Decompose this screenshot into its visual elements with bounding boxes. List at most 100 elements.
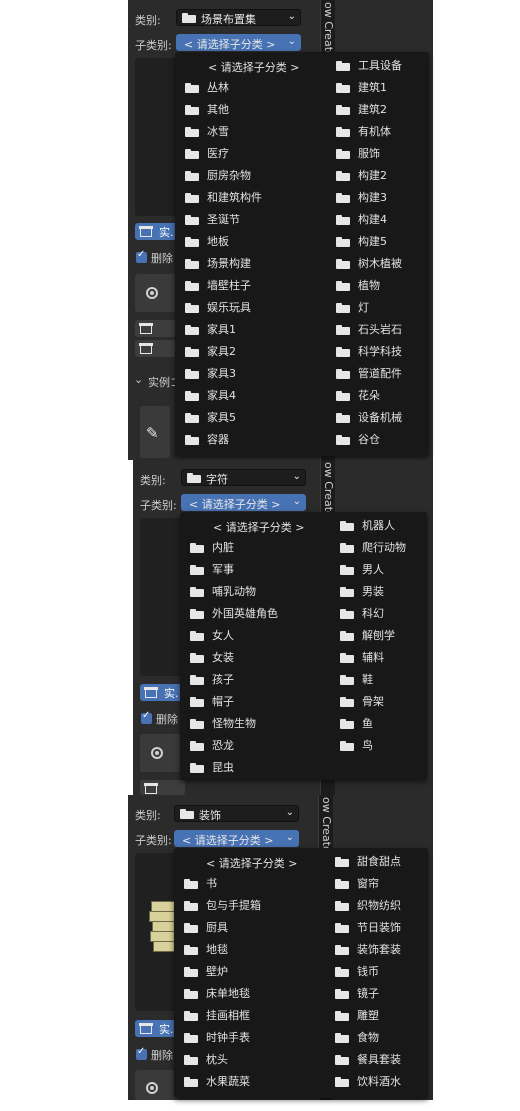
category-label: 类别: <box>140 474 166 487</box>
dropdown-item-label: 服饰 <box>358 147 380 160</box>
dropdown-item-label: 食物 <box>357 1031 379 1044</box>
instance-button-label: 实. <box>164 687 179 700</box>
folder-icon <box>185 347 199 357</box>
dropdown-item-label: 鱼 <box>362 717 373 730</box>
dropdown-item-label: 地毯 <box>206 943 228 956</box>
dropdown-header[interactable]: < 请选择子分类 > <box>213 519 304 535</box>
folder-icon <box>190 587 204 597</box>
folder-icon <box>335 1055 349 1065</box>
subcategory-label: 子类别: <box>140 499 177 512</box>
dropdown-item-label: 石头岩石 <box>358 323 402 336</box>
category-select[interactable]: 字符 ⌄ <box>181 469 306 486</box>
dropdown-item-label: 怪物生物 <box>212 717 256 730</box>
folder-icon <box>185 215 199 225</box>
subcategory-label: 子类别: <box>135 39 172 52</box>
dropdown-item-label: 构建4 <box>358 213 387 226</box>
dropdown-item-label: 场景构建 <box>207 257 251 270</box>
dropdown-header[interactable]: < 请选择子分类 > <box>206 855 297 871</box>
folder-icon <box>336 193 350 203</box>
folder-icon <box>184 1033 198 1043</box>
subcategory-select[interactable]: < 请选择子分类 > ⌄ <box>176 34 301 51</box>
folder-icon <box>335 989 349 999</box>
instance-button-label: 实. <box>159 1023 174 1036</box>
folder-icon <box>340 543 354 553</box>
folder-icon <box>340 675 354 685</box>
folder-icon <box>336 105 350 115</box>
dropdown-item-label: 圣诞节 <box>207 213 240 226</box>
chevron-down-icon: ⌄ <box>285 807 294 818</box>
folder-icon <box>185 435 199 445</box>
dropdown-item-label: 家具4 <box>207 389 236 402</box>
dropdown-item-label: 窗帘 <box>357 877 379 890</box>
dropdown-item-label: 机器人 <box>362 519 395 532</box>
category-label: 类别: <box>135 14 161 27</box>
folder-icon <box>187 473 201 483</box>
archive-icon <box>139 1023 153 1034</box>
dropdown-item-label: 解刨学 <box>362 629 395 642</box>
folder-icon <box>336 281 350 291</box>
folder-icon <box>335 967 349 977</box>
archive-button-1[interactable] <box>135 320 180 337</box>
subcategory-dropdown: < 请选择子分类 > 内脏 军事 哺乳动物 外国英雄角色 女人 女装 孩子 帽子 怪物生物 恐龙昆… <box>180 512 427 780</box>
dropdown-item-label: 辅料 <box>362 651 384 664</box>
delete-label: 删除 <box>151 252 173 265</box>
archive-button[interactable] <box>140 780 185 795</box>
section-chevron[interactable]: ⌄ <box>134 373 143 386</box>
folder-icon <box>336 391 350 401</box>
delete-checkbox[interactable] <box>141 710 152 724</box>
folder-icon <box>185 237 199 247</box>
folder-icon <box>190 543 204 553</box>
dropdown-item-label: 包与手提箱 <box>206 899 261 912</box>
folder-icon <box>336 413 350 423</box>
dropdown-item-label: 地板 <box>207 235 229 248</box>
folder-icon <box>336 347 350 357</box>
subcategory-select[interactable]: < 请选择子分类 > ⌄ <box>181 494 306 511</box>
chevron-down-icon: ⌄ <box>287 11 296 22</box>
folder-icon <box>184 1011 198 1021</box>
archive-icon <box>139 323 153 334</box>
category-select[interactable]: 场景布置集 ⌄ <box>176 9 301 26</box>
folder-icon <box>180 809 194 819</box>
chevron-down-icon: ⌄ <box>292 471 301 482</box>
dropdown-item-label: 娱乐玩具 <box>207 301 251 314</box>
dropdown-item-label: 孩子 <box>212 673 234 686</box>
folder-icon <box>190 565 204 575</box>
subcategory-value: < 请选择子分类 > <box>184 38 276 51</box>
subcategory-value: < 请选择子分类 > <box>189 498 281 511</box>
dropdown-item-label: 女人 <box>212 629 234 642</box>
target-button[interactable] <box>135 274 180 312</box>
target-button[interactable] <box>140 734 185 772</box>
dropdown-item-label: 构建5 <box>358 235 387 248</box>
folder-icon <box>335 901 349 911</box>
folder-icon <box>184 923 198 933</box>
delete-checkbox[interactable] <box>136 1046 147 1060</box>
dropdown-header[interactable]: < 请选择子分类 > <box>208 59 299 75</box>
dropdown-item-label: 厨房杂物 <box>207 169 251 182</box>
dropdown-item-label: 植物 <box>358 279 380 292</box>
folder-icon <box>185 303 199 313</box>
folder-icon <box>185 325 199 335</box>
thumbnail-preview[interactable] <box>135 58 180 216</box>
dropdown-item-label: 鸟 <box>362 739 373 752</box>
folder-icon <box>336 171 350 181</box>
pencil-icon: ✎ <box>146 424 159 442</box>
folder-icon <box>185 105 199 115</box>
dropdown-item-label: 餐具套装 <box>357 1053 401 1066</box>
delete-checkbox[interactable] <box>136 249 147 263</box>
archive-button-2[interactable] <box>135 340 180 357</box>
dropdown-item-label: 谷仓 <box>358 433 380 446</box>
folder-icon <box>182 13 196 23</box>
dropdown-item-label: 内脏 <box>212 541 234 554</box>
folder-icon <box>336 149 350 159</box>
dropdown-item-label: 男装 <box>362 585 384 598</box>
archive-icon <box>139 226 153 237</box>
edit-button[interactable]: ✎ <box>140 406 170 458</box>
folder-icon <box>336 127 350 137</box>
subcategory-select[interactable]: < 请选择子分类 > ⌄ <box>174 830 299 847</box>
category-select[interactable]: 装饰 ⌄ <box>174 805 299 822</box>
thumbnail-preview[interactable] <box>140 518 185 676</box>
subcategory-dropdown: < 请选择子分类 > 书包与手提箱 厨具 地毯 壁炉 床单地毯 挂画相框 时钟手表 枕头 水果蔬… <box>174 848 428 1098</box>
dropdown-item-label: 帽子 <box>212 695 234 708</box>
dropdown-item-label: 家具5 <box>207 411 236 424</box>
dropdown-item-label: 鞋 <box>362 673 373 686</box>
